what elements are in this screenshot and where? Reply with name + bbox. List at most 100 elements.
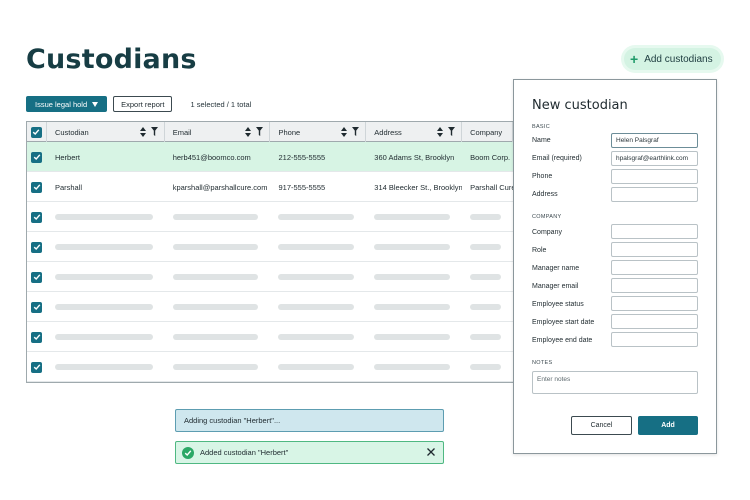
column-header-email[interactable]: Email: [165, 122, 271, 142]
skeleton-cell: [462, 232, 513, 262]
row-checkbox-cell: [27, 352, 47, 382]
employee-start-date-label: Employee start date: [532, 319, 595, 326]
checkbox-checked-icon: [33, 304, 41, 311]
employee-start-date-field[interactable]: [611, 314, 698, 329]
page-title: Custodians: [26, 44, 197, 75]
issue-legal-hold-button[interactable]: Issue legal hold: [26, 96, 108, 112]
filter-icon[interactable]: [150, 127, 158, 136]
filter-icon[interactable]: [256, 127, 264, 136]
table-row[interactable]: Herbert herb451@boomco.com 212-555-5555 …: [27, 142, 513, 172]
row-checkbox[interactable]: [31, 241, 43, 253]
skeleton-bar: [278, 304, 355, 310]
row-checkbox[interactable]: [31, 211, 43, 223]
table-row[interactable]: Parshall kparshall@parshallcure.com 917-…: [27, 172, 513, 202]
progress-toast: Adding custodian "Herbert"...: [175, 409, 444, 432]
progress-toast-text: Adding custodian "Herbert"...: [184, 416, 281, 425]
skeleton-cell: [366, 322, 462, 352]
row-checkbox[interactable]: [31, 181, 43, 193]
company-label: Company: [532, 229, 562, 236]
row-checkbox-cell: [27, 322, 47, 352]
email-label: Email (required): [532, 155, 582, 162]
skeleton-bar: [470, 274, 501, 280]
skeleton-cell: [47, 202, 165, 232]
employee-status-field[interactable]: [611, 296, 698, 311]
row-checkbox-cell: [27, 142, 47, 172]
skeleton-cell: [462, 322, 513, 352]
manager-name-field[interactable]: [611, 260, 698, 275]
skeleton-bar: [374, 274, 451, 280]
success-toast-text: Added custodian "Herbert": [200, 448, 289, 457]
skeleton-bar: [278, 244, 355, 250]
section-label-basic: BASIC: [532, 124, 551, 130]
skeleton-bar: [470, 214, 501, 220]
filter-icon[interactable]: [448, 127, 456, 136]
filter-icon[interactable]: [352, 127, 360, 136]
column-header-phone[interactable]: Phone: [270, 122, 367, 142]
address-label: Address: [532, 191, 558, 198]
add-button[interactable]: Add: [638, 416, 698, 435]
skeleton-cell: [47, 232, 165, 262]
caret-down-icon: [92, 101, 99, 107]
employee-status-label: Employee status: [532, 301, 584, 308]
company-field[interactable]: [611, 224, 698, 239]
row-checkbox[interactable]: [31, 331, 43, 343]
export-report-button[interactable]: Export report: [113, 96, 173, 112]
skeleton-cell: [165, 232, 271, 262]
row-checkbox-cell: [27, 202, 47, 232]
cell-custodian: Herbert: [54, 152, 80, 162]
row-checkbox[interactable]: [31, 151, 43, 163]
column-header-address[interactable]: Address: [366, 122, 463, 142]
skeleton-bar: [172, 214, 259, 220]
row-checkbox[interactable]: [31, 271, 43, 283]
checkbox-checked-icon: [33, 129, 40, 136]
cell-address: 314 Bleecker St., Brooklyn: [374, 182, 463, 192]
sort-icon[interactable]: [341, 127, 348, 137]
manager-name-label: Manager name: [532, 265, 580, 272]
phone-field[interactable]: [611, 169, 698, 184]
skeleton-bar: [470, 334, 501, 340]
cancel-button[interactable]: Cancel: [571, 416, 632, 435]
skeleton-cell: [165, 202, 271, 232]
address-field[interactable]: [611, 187, 698, 202]
row-checkbox-cell: [27, 262, 47, 292]
column-header-company[interactable]: Company: [462, 122, 513, 142]
column-header-custodian[interactable]: Custodian: [47, 122, 165, 142]
name-field[interactable]: Helen Palsgraf: [611, 133, 698, 148]
close-icon[interactable]: [426, 447, 436, 457]
manager-email-field[interactable]: [611, 278, 698, 293]
select-all-cell: [27, 122, 47, 142]
notes-field[interactable]: Enter notes: [532, 371, 698, 394]
table-header: Custodian Email Phone Address Company: [27, 122, 513, 142]
placeholder-row: [27, 262, 513, 292]
checkbox-checked-icon: [33, 334, 41, 341]
sort-icon[interactable]: [139, 127, 146, 137]
employee-end-date-field[interactable]: [611, 332, 698, 347]
skeleton-bar: [172, 334, 259, 340]
role-field[interactable]: [611, 242, 698, 257]
add-custodians-label: Add custodians: [644, 53, 713, 65]
sort-icon[interactable]: [245, 127, 252, 137]
section-label-notes: NOTES: [532, 360, 553, 366]
skeleton-cell: [47, 262, 165, 292]
column-header-label: Phone: [278, 127, 301, 137]
skeleton-cell: [270, 202, 366, 232]
cell-address: 360 Adams St, Brooklyn: [374, 152, 455, 162]
email-field[interactable]: hpalsgraf@earthlink.com: [611, 151, 698, 166]
sort-icon[interactable]: [437, 127, 444, 137]
row-checkbox[interactable]: [31, 361, 43, 373]
select-all-checkbox[interactable]: [30, 126, 42, 138]
role-label: Role: [532, 247, 547, 254]
skeleton-cell: [366, 262, 462, 292]
checkbox-checked-icon: [33, 214, 41, 221]
loading-rows: [27, 202, 513, 382]
phone-label: Phone: [532, 173, 553, 180]
skeleton-cell: [366, 232, 462, 262]
add-custodians-button[interactable]: + Add custodians: [624, 48, 721, 70]
row-checkbox-cell: [27, 292, 47, 322]
row-checkbox[interactable]: [31, 301, 43, 313]
skeleton-cell: [165, 292, 271, 322]
skeleton-bar: [374, 214, 451, 220]
skeleton-cell: [462, 262, 513, 292]
skeleton-cell: [270, 322, 366, 352]
name-label: Name: [532, 137, 551, 144]
